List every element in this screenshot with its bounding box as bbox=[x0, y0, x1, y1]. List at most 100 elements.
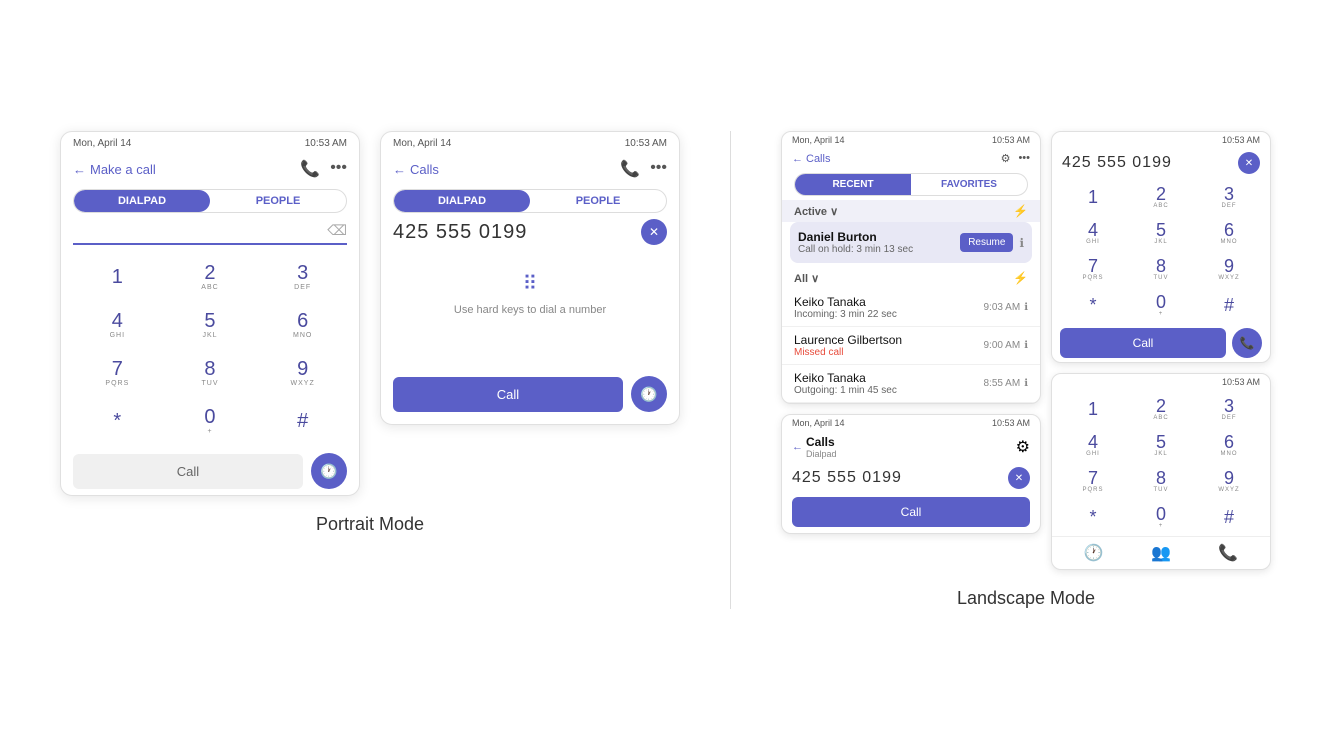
call-item-1-info: Keiko Tanaka Incoming: 3 min 22 sec bbox=[794, 295, 897, 320]
ls-contacts-icon[interactable]: 👥 bbox=[1151, 543, 1171, 563]
key-0[interactable]: 0+ bbox=[166, 399, 255, 443]
more-icon-2[interactable]: ••• bbox=[650, 159, 667, 179]
ls-b-key-7[interactable]: 7PQRS bbox=[1060, 464, 1126, 498]
active-call-info: Daniel Burton Call on hold: 3 min 13 sec bbox=[798, 230, 954, 255]
ls-key-0[interactable]: 0+ bbox=[1128, 288, 1194, 322]
history-icon-2[interactable]: 🕐 bbox=[631, 376, 667, 412]
call-item-3-info-icon[interactable]: ℹ bbox=[1024, 378, 1028, 389]
key-hash[interactable]: # bbox=[258, 399, 347, 443]
ls-b-key-5[interactable]: 5JKL bbox=[1128, 428, 1194, 462]
phone-icon-1: 📞 bbox=[300, 159, 320, 179]
call-item-1[interactable]: Keiko Tanaka Incoming: 3 min 22 sec 9:03… bbox=[782, 289, 1040, 327]
key-6[interactable]: 6MNO bbox=[258, 303, 347, 347]
call-item-2-info-icon[interactable]: ℹ bbox=[1024, 340, 1028, 351]
ls-bottom-back[interactable]: ← Calls Dialpad bbox=[792, 435, 837, 459]
call-item-1-info-icon[interactable]: ℹ bbox=[1024, 302, 1028, 313]
call-item-1-name: Keiko Tanaka bbox=[794, 295, 897, 309]
call-item-3-sub: Outgoing: 1 min 45 sec bbox=[794, 385, 897, 396]
ls-key-hash[interactable]: # bbox=[1196, 288, 1262, 322]
hard-keys-message: ⠿ Use hard keys to dial a number bbox=[381, 251, 679, 336]
key-4[interactable]: 4GHI bbox=[73, 303, 162, 347]
history-icon-1[interactable]: 🕐 bbox=[311, 453, 347, 489]
dots-grid-icon: ⠿ bbox=[523, 271, 538, 296]
back-button-1[interactable]: ← Make a call bbox=[73, 162, 156, 177]
call-item-2[interactable]: Laurence Gilbertson Missed call 9:00 AM … bbox=[782, 327, 1040, 365]
ls-top-call-btn[interactable]: Call bbox=[1060, 328, 1226, 358]
ls-key-5[interactable]: 5JKL bbox=[1128, 216, 1194, 250]
ls-bottom-title-group: Calls Dialpad bbox=[806, 435, 837, 459]
ls-b-key-star[interactable]: * bbox=[1060, 500, 1126, 534]
call-item-1-sub: Incoming: 3 min 22 sec bbox=[794, 309, 897, 320]
ls-b-key-6[interactable]: 6MNO bbox=[1196, 428, 1262, 462]
ls-phone-icon[interactable]: 📞 bbox=[1218, 543, 1238, 563]
portrait-1-input-row[interactable]: ⌫ bbox=[73, 219, 347, 245]
tab-dialpad-1[interactable]: DIALPAD bbox=[74, 190, 210, 212]
active-call-entry: Daniel Burton Call on hold: 3 min 13 sec… bbox=[790, 222, 1032, 263]
ls-b-key-3[interactable]: 3DEF bbox=[1196, 392, 1262, 426]
ls-bottom-call-btn[interactable]: Call bbox=[792, 497, 1030, 527]
ls-top-number-row: 425 555 0199 ✕ bbox=[1062, 152, 1260, 174]
ls-key-2[interactable]: 2ABC bbox=[1128, 180, 1194, 214]
key-7[interactable]: 7PQRS bbox=[73, 351, 162, 395]
tab-dialpad-2[interactable]: DIALPAD bbox=[394, 190, 530, 212]
resume-button[interactable]: Resume bbox=[960, 233, 1013, 252]
ls-key-4[interactable]: 4GHI bbox=[1060, 216, 1126, 250]
call-item-3[interactable]: Keiko Tanaka Outgoing: 1 min 45 sec 8:55… bbox=[782, 365, 1040, 403]
ls-key-8[interactable]: 8TUV bbox=[1128, 252, 1194, 286]
back-button-2[interactable]: ← Calls bbox=[393, 162, 439, 177]
active-call-status: Call on hold: 3 min 13 sec bbox=[798, 244, 954, 255]
tab-people-2[interactable]: PEOPLE bbox=[530, 190, 666, 212]
dialpad-input-1[interactable] bbox=[73, 219, 327, 241]
ls-top-phone-icon[interactable]: 📞 bbox=[1232, 328, 1262, 358]
ls-key-3[interactable]: 3DEF bbox=[1196, 180, 1262, 214]
ls-b-key-1[interactable]: 1 bbox=[1060, 392, 1126, 426]
ls-b-key-8[interactable]: 8TUV bbox=[1128, 464, 1194, 498]
key-9[interactable]: 9WXYZ bbox=[258, 351, 347, 395]
ls-b-key-4[interactable]: 4GHI bbox=[1060, 428, 1126, 462]
input-clear-icon-1[interactable]: ⌫ bbox=[327, 222, 347, 239]
call-button-gray-1[interactable]: Call bbox=[73, 454, 303, 489]
ls-b-key-2[interactable]: 2ABC bbox=[1128, 392, 1194, 426]
ls-key-star[interactable]: * bbox=[1060, 288, 1126, 322]
filter-icon[interactable]: ⚡ bbox=[1013, 204, 1028, 218]
ls-more-icon[interactable]: ••• bbox=[1018, 152, 1030, 165]
all-filter-icon[interactable]: ⚡ bbox=[1013, 271, 1028, 285]
key-3[interactable]: 3DEF bbox=[258, 255, 347, 299]
key-5[interactable]: 5JKL bbox=[166, 303, 255, 347]
ls-back-btn[interactable]: ← Calls bbox=[792, 153, 830, 165]
ls-top-clear[interactable]: ✕ bbox=[1238, 152, 1260, 174]
active-call-info-icon[interactable]: ℹ bbox=[1019, 236, 1024, 250]
all-label: All ∨ bbox=[794, 272, 819, 285]
tab-favorites[interactable]: FAVORITES bbox=[911, 174, 1027, 195]
landscape-section: Mon, April 14 10:53 AM ← Calls ⚙ ••• bbox=[781, 131, 1271, 609]
key-star[interactable]: * bbox=[73, 399, 162, 443]
ls-b-key-0[interactable]: 0+ bbox=[1128, 500, 1194, 534]
ls-bottom-clear[interactable]: ✕ bbox=[1008, 467, 1030, 489]
ls-history-icon[interactable]: 🕐 bbox=[1084, 543, 1104, 563]
landscape-dialpad-top: 10:53 AM 425 555 0199 ✕ 1 2ABC 3DEF 4GHI… bbox=[1051, 131, 1271, 363]
ls-b-key-hash[interactable]: # bbox=[1196, 500, 1262, 534]
ls-bottom-icons-row: 🕐 👥 📞 bbox=[1052, 536, 1270, 569]
key-1[interactable]: 1 bbox=[73, 255, 162, 299]
tab-recent[interactable]: RECENT bbox=[795, 174, 911, 195]
ls-b-key-9[interactable]: 9WXYZ bbox=[1196, 464, 1262, 498]
call-button-blue-2[interactable]: Call bbox=[393, 377, 623, 412]
portrait-phone-1: Mon, April 14 10:53 AM ← Make a call 📞 •… bbox=[60, 131, 360, 496]
tab-people-1[interactable]: PEOPLE bbox=[210, 190, 346, 212]
ls-calls-title: Calls bbox=[806, 153, 830, 165]
clear-button-2[interactable]: ✕ bbox=[641, 219, 667, 245]
portrait-phones-row: Mon, April 14 10:53 AM ← Make a call 📞 •… bbox=[60, 131, 680, 496]
key-8[interactable]: 8TUV bbox=[166, 351, 255, 395]
ls-bottom-gear-icon[interactable]: ⚙ bbox=[1016, 437, 1030, 457]
ls-settings-icon[interactable]: ⚙ bbox=[1001, 152, 1011, 165]
portrait-label: Portrait Mode bbox=[316, 514, 424, 535]
ls-key-6[interactable]: 6MNO bbox=[1196, 216, 1262, 250]
ls-key-9[interactable]: 9WXYZ bbox=[1196, 252, 1262, 286]
key-2[interactable]: 2ABC bbox=[166, 255, 255, 299]
ls-key-1[interactable]: 1 bbox=[1060, 180, 1126, 214]
portrait-1-call-row: Call 🕐 bbox=[61, 447, 359, 495]
more-icon-1[interactable]: ••• bbox=[330, 159, 347, 179]
ls-bottom-time: 10:53 AM bbox=[992, 418, 1030, 428]
active-label: Active ∨ bbox=[794, 205, 838, 218]
ls-key-7[interactable]: 7PQRS bbox=[1060, 252, 1126, 286]
